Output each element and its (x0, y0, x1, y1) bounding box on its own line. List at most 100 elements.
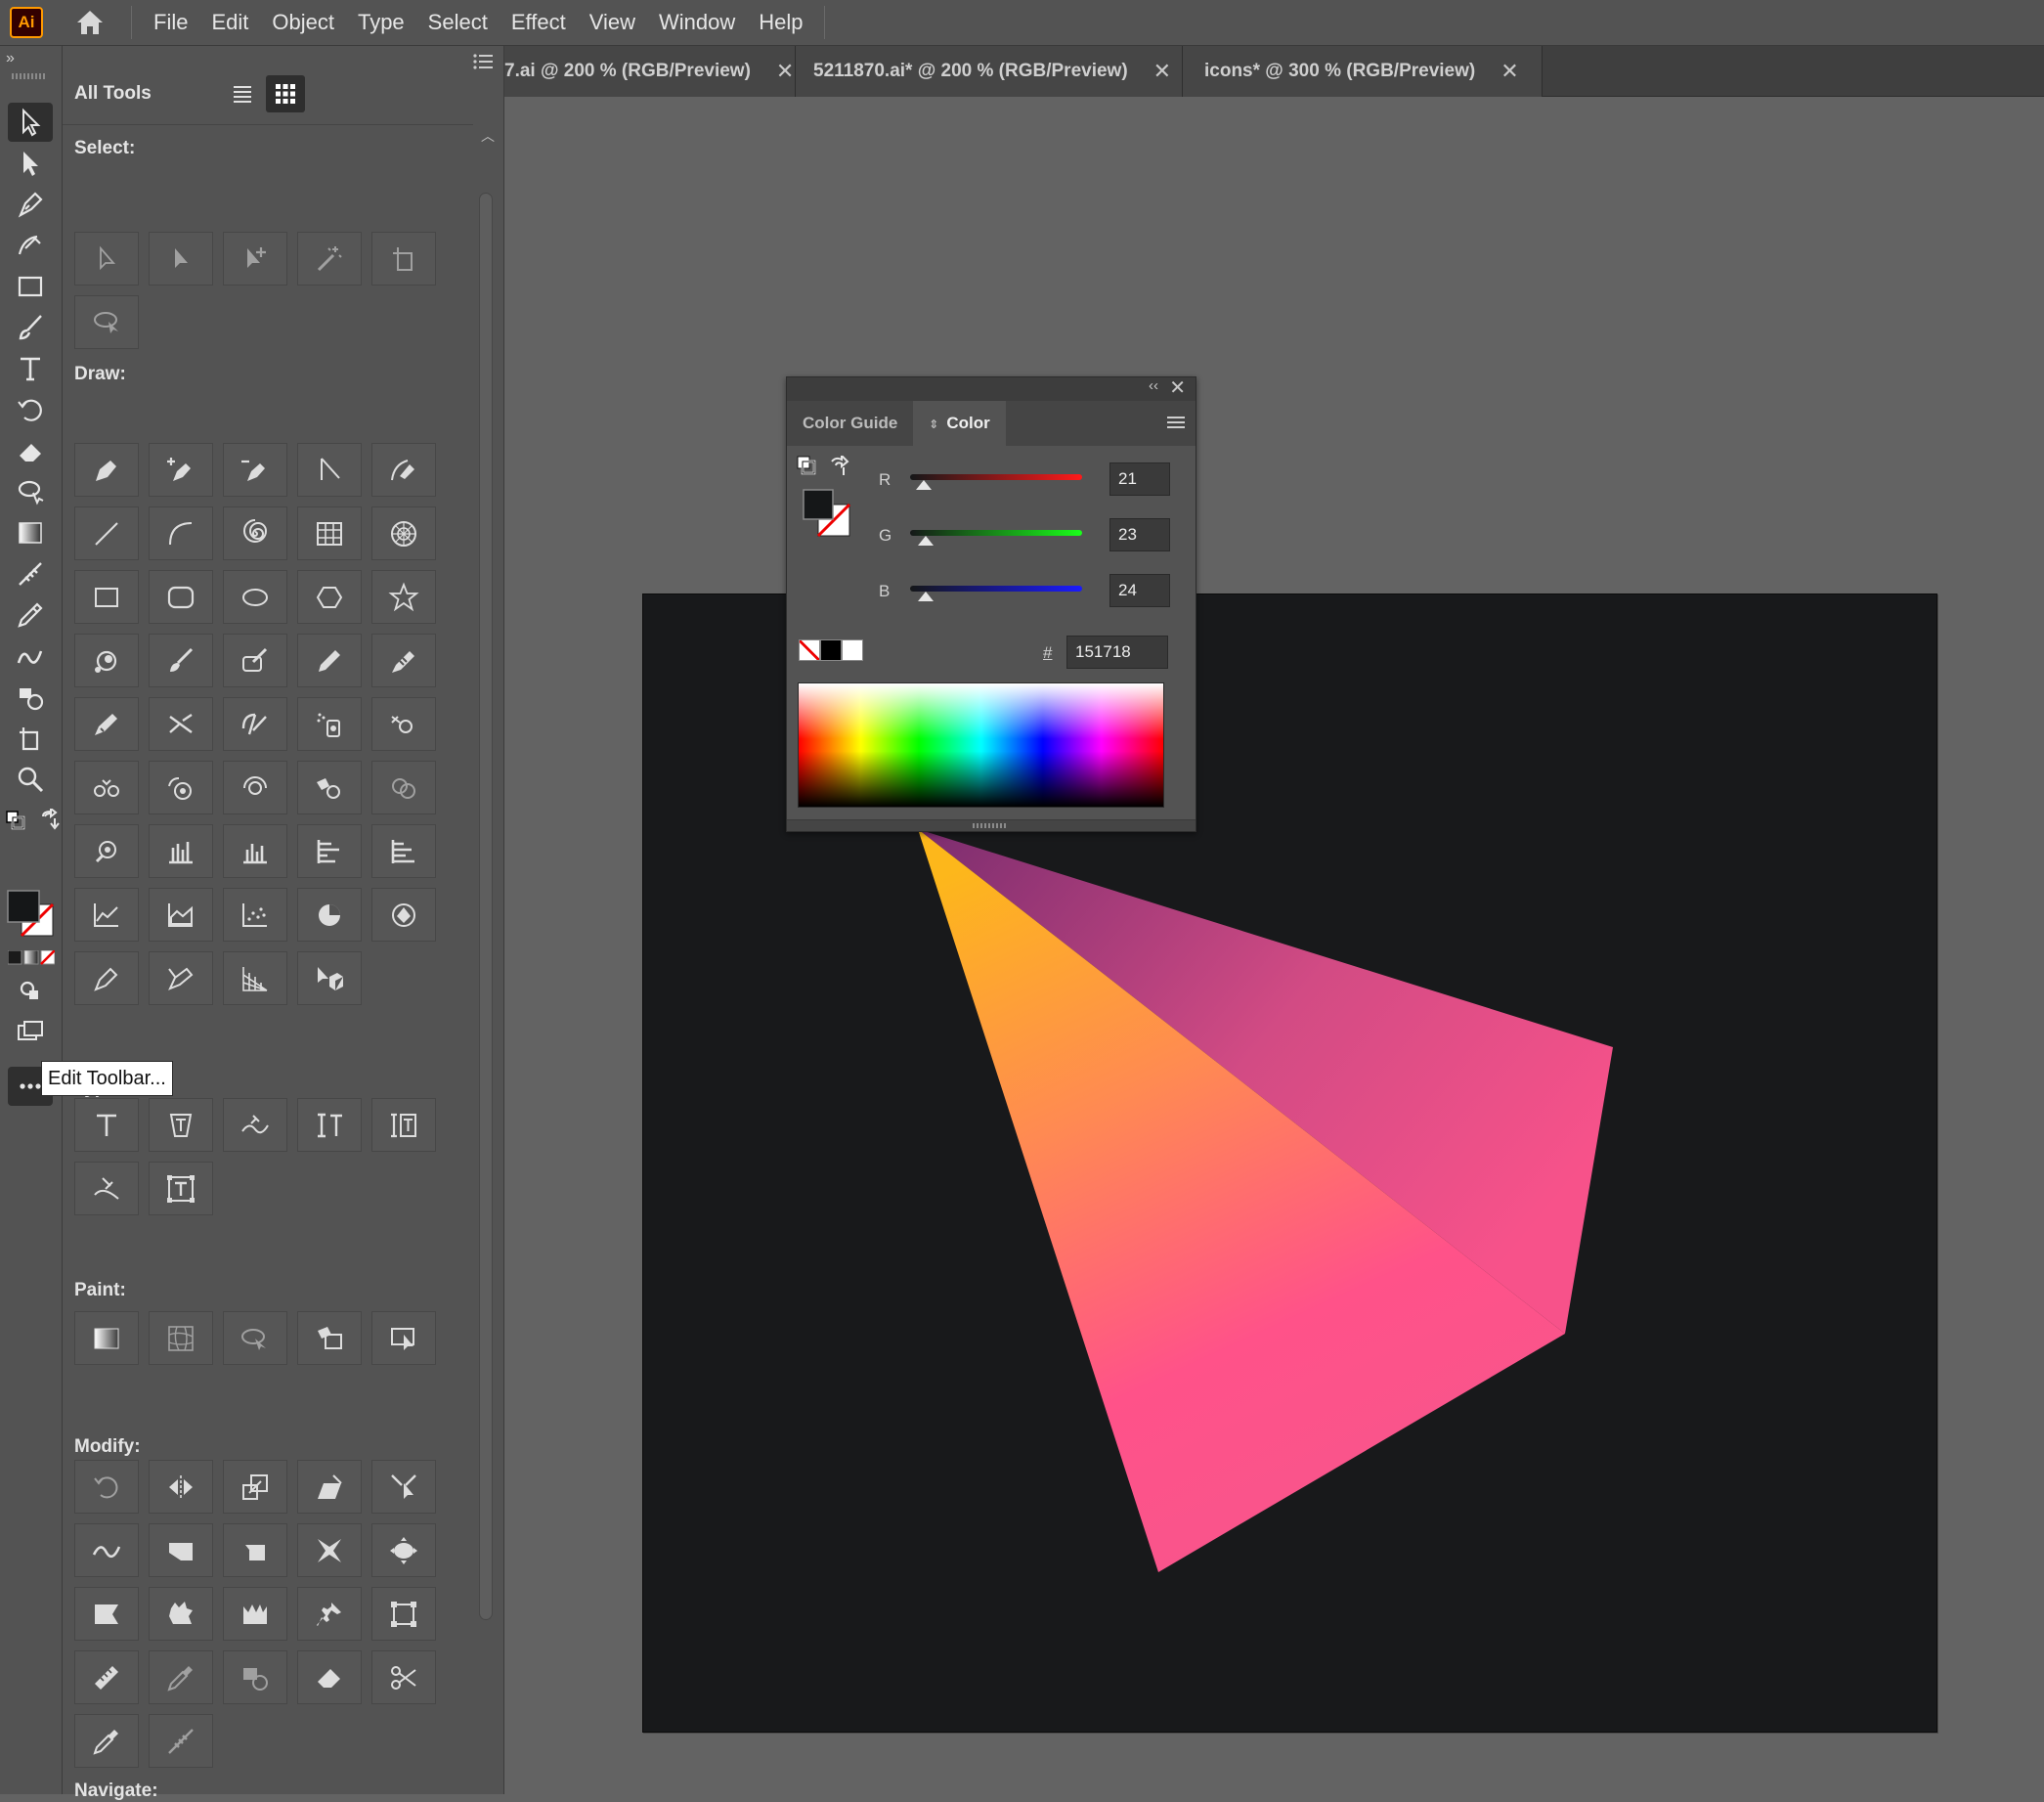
tool-delete-anchor[interactable] (223, 443, 287, 497)
tool-bar-graph[interactable] (297, 824, 362, 878)
tool-column-graph[interactable] (149, 824, 213, 878)
tool-vertical-area-type[interactable] (371, 1098, 436, 1152)
tool-smooth[interactable] (74, 697, 139, 751)
blue-slider-thumb[interactable] (917, 592, 934, 601)
tool-line-segment[interactable] (74, 506, 139, 560)
tool-eyedropper[interactable] (149, 1650, 213, 1704)
tool-join[interactable] (223, 697, 287, 751)
tool-symbol-stainer[interactable] (297, 761, 362, 814)
tool-artboard[interactable] (371, 232, 436, 286)
tool-free-transform[interactable] (371, 1587, 436, 1641)
eraser-tool[interactable] (8, 431, 53, 470)
tool-arc[interactable] (149, 506, 213, 560)
menu-object[interactable]: Object (260, 3, 346, 42)
color-gradient-none-icons[interactable] (7, 949, 56, 971)
tool-mesh[interactable] (149, 1311, 213, 1365)
tool-add-anchor[interactable] (149, 443, 213, 497)
tool-scissors[interactable] (371, 1650, 436, 1704)
tool-pen[interactable] (74, 443, 139, 497)
menu-view[interactable]: View (578, 3, 647, 42)
shape-builder-tool[interactable] (8, 678, 53, 717)
tool-crystallize[interactable] (149, 1587, 213, 1641)
gradient-tool[interactable] (8, 513, 53, 552)
tool-scale[interactable] (223, 1460, 287, 1514)
panel-titlebar[interactable]: ‹‹ ✕ (787, 377, 1196, 401)
tool-live-paint-selection[interactable] (297, 1311, 362, 1365)
close-icon[interactable]: ✕ (776, 59, 794, 84)
direct-selection-tool[interactable] (8, 144, 53, 183)
tool-symbol-styler[interactable] (74, 824, 139, 878)
tab-document-2[interactable]: 5211870.ai* @ 200 % (RGB/Preview) ✕ (796, 46, 1183, 97)
tool-rectangular-grid[interactable] (297, 506, 362, 560)
tool-wrinkle[interactable] (223, 1587, 287, 1641)
tool-line-graph[interactable] (74, 888, 139, 942)
swap-fill-stroke-icon[interactable] (39, 806, 61, 835)
tool-perspective-grid[interactable] (149, 951, 213, 1005)
green-slider[interactable] (910, 530, 1082, 536)
expand-toolbar-icon[interactable]: » (6, 50, 15, 67)
color-spectrum[interactable] (798, 682, 1164, 808)
tool-lasso[interactable] (74, 295, 139, 349)
green-slider-thumb[interactable] (917, 536, 934, 546)
tool-symbol-sizer[interactable] (149, 761, 213, 814)
draw-mode-tool[interactable] (8, 971, 53, 1010)
zoom-tool[interactable] (8, 760, 53, 799)
eyedropper-tool[interactable] (8, 595, 53, 635)
menu-file[interactable]: File (142, 3, 199, 42)
tool-eyedropper-graph[interactable] (74, 951, 139, 1005)
tool-stacked-column-graph[interactable] (223, 824, 287, 878)
home-icon[interactable] (70, 3, 109, 42)
default-fill-stroke-icon[interactable] (6, 811, 25, 835)
tool-rectangle[interactable] (74, 570, 139, 624)
tool-spiral[interactable] (223, 506, 287, 560)
menu-type[interactable]: Type (346, 3, 416, 42)
drawer-menu-icon[interactable] (472, 52, 496, 76)
tool-touch-type[interactable] (149, 1162, 213, 1215)
tool-color-sampler[interactable] (74, 1714, 139, 1768)
tool-scallop[interactable] (74, 1587, 139, 1641)
tool-symbol-spinner[interactable] (223, 761, 287, 814)
tool-vertical-type-on-path[interactable] (74, 1162, 139, 1215)
mesh-tool[interactable] (8, 554, 53, 593)
tool-live-paint-select[interactable] (371, 1311, 436, 1365)
rectangle-tool[interactable] (8, 267, 53, 306)
lasso-tool[interactable] (8, 472, 53, 511)
red-value-input[interactable]: 21 (1109, 462, 1170, 496)
artboard-tool[interactable] (8, 719, 53, 758)
tool-puppet-warp[interactable] (297, 1587, 362, 1641)
tool-rotate[interactable] (74, 1460, 139, 1514)
tab-document-3[interactable]: icons* @ 300 % (RGB/Preview) ✕ (1183, 46, 1543, 97)
fill-stroke-proxy[interactable] (797, 453, 851, 544)
drawer-scrollbar[interactable]: ︿ (475, 126, 499, 1794)
tool-symbol-shifter[interactable] (371, 697, 436, 751)
tool-width[interactable] (74, 1523, 139, 1577)
tool-live-paint-bucket[interactable] (223, 1311, 287, 1365)
tab-color-guide[interactable]: Color Guide (787, 401, 913, 446)
tool-flare[interactable] (74, 634, 139, 687)
white-swatch[interactable] (842, 639, 863, 661)
tool-polar-grid[interactable] (371, 506, 436, 560)
tool-perspective-selection[interactable] (223, 951, 287, 1005)
tool-area-graph[interactable] (149, 888, 213, 942)
tool-area-type[interactable] (149, 1098, 213, 1152)
tool-ellipse[interactable] (223, 570, 287, 624)
close-panel-icon[interactable]: ✕ (1169, 375, 1186, 400)
tool-3d-selection[interactable] (297, 951, 362, 1005)
curvature-tool[interactable] (8, 226, 53, 265)
tool-bloat[interactable] (371, 1523, 436, 1577)
tool-group-selection[interactable] (223, 232, 287, 286)
scroll-up-icon[interactable]: ︿ (481, 126, 495, 146)
tool-pucker[interactable] (297, 1523, 362, 1577)
tool-vertical-type[interactable] (297, 1098, 362, 1152)
close-icon[interactable]: ✕ (1153, 59, 1171, 84)
tool-radar-graph[interactable] (371, 888, 436, 942)
menu-effect[interactable]: Effect (500, 3, 578, 42)
tool-selection[interactable] (74, 232, 139, 286)
green-value-input[interactable]: 23 (1109, 518, 1170, 551)
tool-reshape[interactable] (371, 1460, 436, 1514)
fill-color-swatch[interactable] (6, 889, 57, 945)
menu-help[interactable]: Help (747, 3, 814, 42)
blue-slider[interactable] (910, 586, 1082, 592)
panel-resize-bar[interactable] (787, 819, 1196, 831)
tool-pie-graph[interactable] (297, 888, 362, 942)
